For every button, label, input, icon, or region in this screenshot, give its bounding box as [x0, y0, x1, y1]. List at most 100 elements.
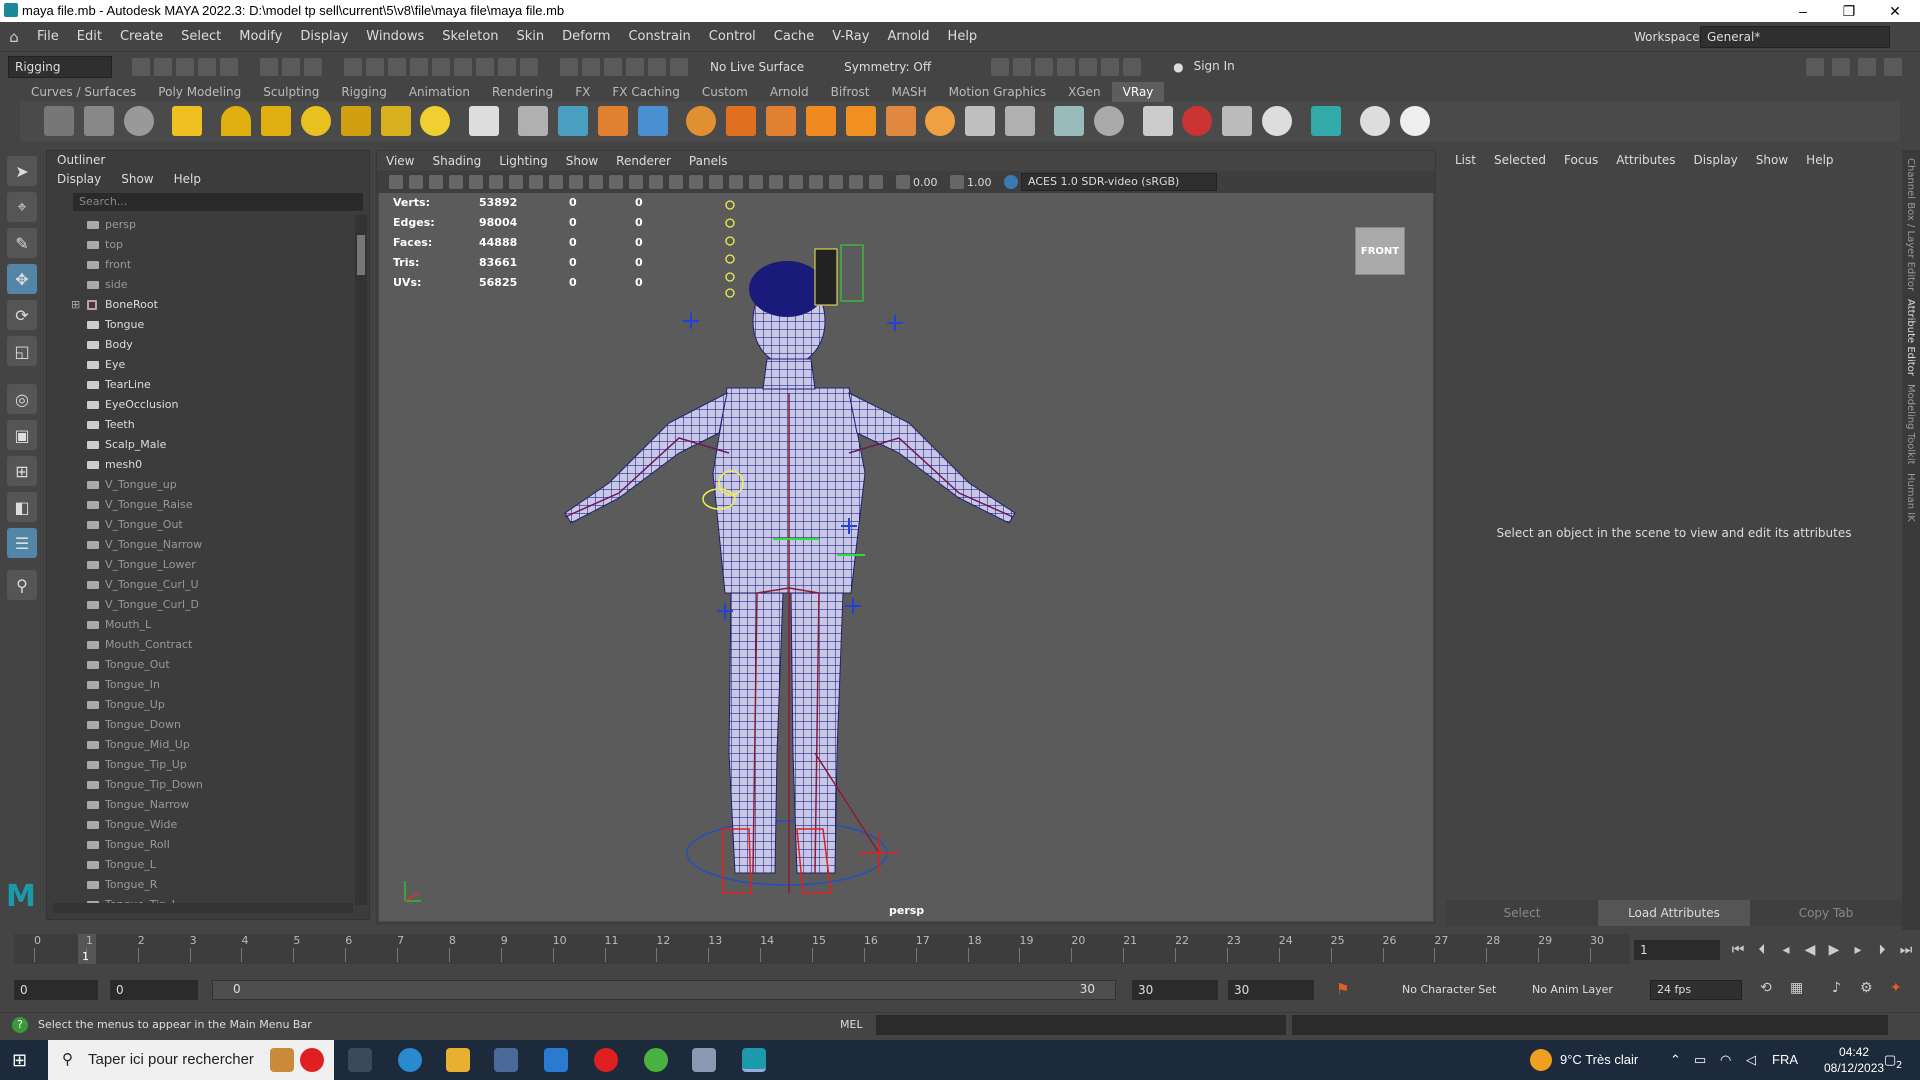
anim-prefs-icon[interactable]: ✦ — [1890, 980, 1902, 996]
key-icon[interactable]: ▦ — [1790, 980, 1803, 996]
mail-icon[interactable] — [544, 1048, 568, 1072]
menu-deform[interactable]: Deform — [553, 22, 619, 52]
opera-icon[interactable] — [594, 1048, 618, 1072]
select-component-icon[interactable] — [304, 58, 322, 76]
safe-title-icon[interactable] — [589, 175, 603, 189]
vray-env-icon[interactable] — [1093, 106, 1124, 136]
mask-face-icon[interactable] — [388, 58, 406, 76]
shelf-tab[interactable]: Arnold — [759, 82, 820, 102]
command-line-input[interactable] — [876, 1015, 1286, 1035]
store-icon[interactable] — [494, 1048, 518, 1072]
menu-constrain[interactable]: Constrain — [619, 22, 699, 52]
outliner-item[interactable]: V_Tongue_Raise — [47, 495, 352, 515]
outliner-item[interactable]: Mouth_Contract — [47, 635, 352, 655]
vray-grid-icon[interactable] — [845, 106, 876, 136]
new-scene-icon[interactable] — [132, 58, 150, 76]
step-back-key-icon[interactable]: ⏴ — [1750, 942, 1774, 958]
outliner-menu-help[interactable]: Help — [164, 172, 211, 186]
outliner-item[interactable]: Tongue_R — [47, 875, 352, 895]
vp-menu-show[interactable]: Show — [557, 151, 607, 171]
tab-human-ik[interactable]: Human IK — [1905, 473, 1916, 522]
vray-scene-icon[interactable] — [557, 106, 588, 136]
layout-icon[interactable] — [1832, 58, 1850, 76]
view-cube[interactable]: FRONT — [1355, 227, 1405, 275]
backface-icon[interactable] — [869, 175, 883, 189]
vp-menu-lighting[interactable]: Lighting — [490, 151, 557, 171]
scrollbar-thumb[interactable] — [357, 235, 365, 275]
open-scene-icon[interactable] — [154, 58, 172, 76]
vray-cluster-icon[interactable] — [1222, 106, 1253, 136]
vray-sun-icon[interactable] — [420, 106, 451, 136]
menu-file[interactable]: File — [28, 22, 68, 52]
smooth-shade-icon[interactable] — [629, 175, 643, 189]
step-forward-key-icon[interactable]: ⏵ — [1870, 942, 1894, 958]
outliner-item[interactable]: Tongue_Wide — [47, 815, 352, 835]
live-surface-label[interactable]: No Live Surface — [710, 60, 804, 74]
motion-blur-icon[interactable] — [749, 175, 763, 189]
attr-menu-selected[interactable]: Selected — [1485, 150, 1555, 170]
outliner-hscrollbar[interactable] — [53, 903, 353, 913]
outliner-item[interactable]: V_Tongue_Curl_D — [47, 595, 352, 615]
menu-control[interactable]: Control — [700, 22, 765, 52]
undo-icon[interactable] — [198, 58, 216, 76]
redo-icon[interactable] — [220, 58, 238, 76]
gamma-icon[interactable] — [950, 175, 964, 189]
outliner-item[interactable]: Tongue_Narrow — [47, 795, 352, 815]
outliner-item[interactable]: side — [47, 275, 352, 295]
step-forward-frame-icon[interactable]: ▸ — [1846, 942, 1870, 958]
select-object-icon[interactable] — [282, 58, 300, 76]
character-set-dropdown[interactable]: No Character Set — [1402, 983, 1496, 996]
vray-fur-icon[interactable] — [637, 106, 668, 136]
outliner-item[interactable]: Tongue_Mid_Up — [47, 735, 352, 755]
snap-grid-icon[interactable] — [560, 58, 578, 76]
menu-arnold[interactable]: Arnold — [878, 22, 938, 52]
scene-end-field[interactable]: 30 — [1228, 980, 1314, 1000]
tab-attribute-editor[interactable]: Attribute Editor — [1905, 299, 1916, 376]
character-wireframe[interactable] — [379, 193, 1433, 921]
exposure-value[interactable]: 0.00 — [913, 176, 947, 189]
chrome-icon[interactable] — [644, 1048, 668, 1072]
outliner-item[interactable]: Teeth — [47, 415, 352, 435]
shelf-tab[interactable]: FX Caching — [601, 82, 690, 102]
outliner-menu-display[interactable]: Display — [47, 172, 111, 186]
shelf-tab[interactable]: Custom — [691, 82, 759, 102]
outliner-item[interactable]: top — [47, 235, 352, 255]
vray-bitmap-icon[interactable] — [885, 106, 916, 136]
anti-alias-icon[interactable] — [769, 175, 783, 189]
menu-cache[interactable]: Cache — [765, 22, 823, 52]
split-view-icon[interactable]: ◧ — [7, 492, 37, 522]
menu-create[interactable]: Create — [111, 22, 172, 52]
gate-mask-icon[interactable] — [529, 175, 543, 189]
gamma-value[interactable]: 1.00 — [967, 176, 1001, 189]
language-indicator[interactable]: FRA — [1772, 1040, 1798, 1080]
render-view-icon[interactable] — [1035, 58, 1054, 76]
shelf-tab[interactable]: XGen — [1057, 82, 1112, 102]
volume-icon[interactable]: ◁ — [1746, 1040, 1756, 1080]
shelf-tab[interactable]: Curves / Surfaces — [20, 82, 147, 102]
wireframe-icon[interactable] — [609, 175, 623, 189]
safe-action-icon[interactable] — [569, 175, 583, 189]
select-hierarchy-icon[interactable] — [260, 58, 278, 76]
go-to-end-icon[interactable]: ⏭ — [1894, 942, 1918, 958]
load-attributes-button[interactable]: Load Attributes — [1598, 900, 1750, 926]
scene-start-field[interactable]: 0 — [14, 980, 98, 1000]
loop-icon[interactable]: ⟲ — [1760, 980, 1772, 996]
snap-view-icon[interactable] — [626, 58, 644, 76]
vray-texture-icon[interactable] — [805, 106, 836, 136]
ambient-occlusion-icon[interactable] — [729, 175, 743, 189]
shadows-icon[interactable] — [709, 175, 723, 189]
vray-vfb-icon[interactable] — [123, 106, 154, 136]
outliner-layout-icon[interactable]: ☰ — [7, 528, 37, 558]
shelf-tab[interactable]: MASH — [880, 82, 937, 102]
single-view-icon[interactable]: ▣ — [7, 420, 37, 450]
grid-toggle-icon[interactable] — [469, 175, 483, 189]
vray-mtl-icon[interactable] — [686, 106, 717, 136]
attr-menu-attributes[interactable]: Attributes — [1607, 150, 1684, 170]
lock-camera-icon[interactable] — [409, 175, 423, 189]
range-slider[interactable]: 0 30 — [212, 980, 1116, 1000]
save-scene-icon[interactable] — [176, 58, 194, 76]
color-management-icon[interactable] — [1004, 175, 1018, 189]
outliner-item[interactable]: Tongue_Tip_Up — [47, 755, 352, 775]
attr-menu-show[interactable]: Show — [1747, 150, 1797, 170]
outliner-item[interactable]: Eye — [47, 355, 352, 375]
